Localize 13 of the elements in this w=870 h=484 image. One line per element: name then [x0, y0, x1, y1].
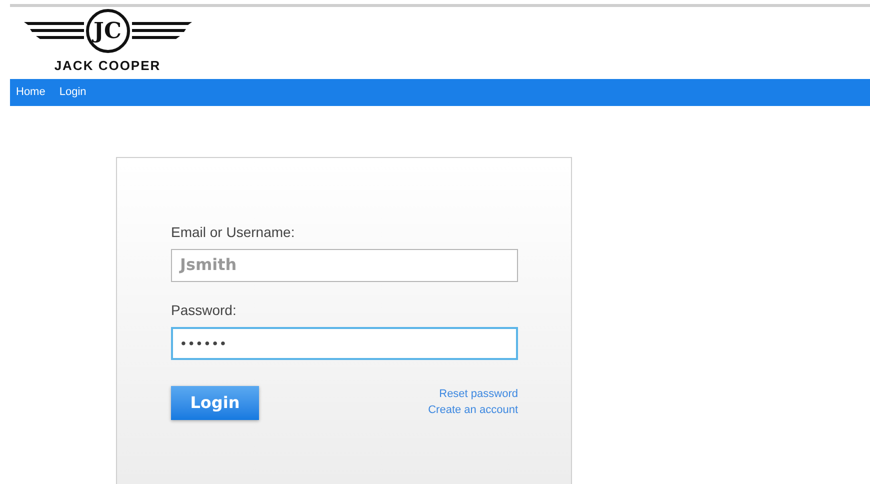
- field-label: Email or Username:: [171, 222, 296, 242]
- username-field[interactable]: Jsmith: [171, 248, 518, 282]
- logo-monogram: JC: [86, 9, 130, 53]
- login-button[interactable]: Login: [171, 386, 259, 420]
- form-link[interactable]: Create an account: [428, 402, 518, 418]
- nav-link[interactable]: Home: [16, 84, 46, 100]
- nav-link[interactable]: Login: [59, 84, 86, 100]
- password-field[interactable]: ••••••: [171, 326, 518, 360]
- field-label: Password:: [171, 300, 238, 320]
- form-link[interactable]: Reset password: [439, 386, 518, 402]
- wing-stripes-icon: [132, 20, 192, 42]
- wing-stripes-icon: [24, 20, 84, 42]
- logo-text: JACK COOPER: [54, 57, 161, 75]
